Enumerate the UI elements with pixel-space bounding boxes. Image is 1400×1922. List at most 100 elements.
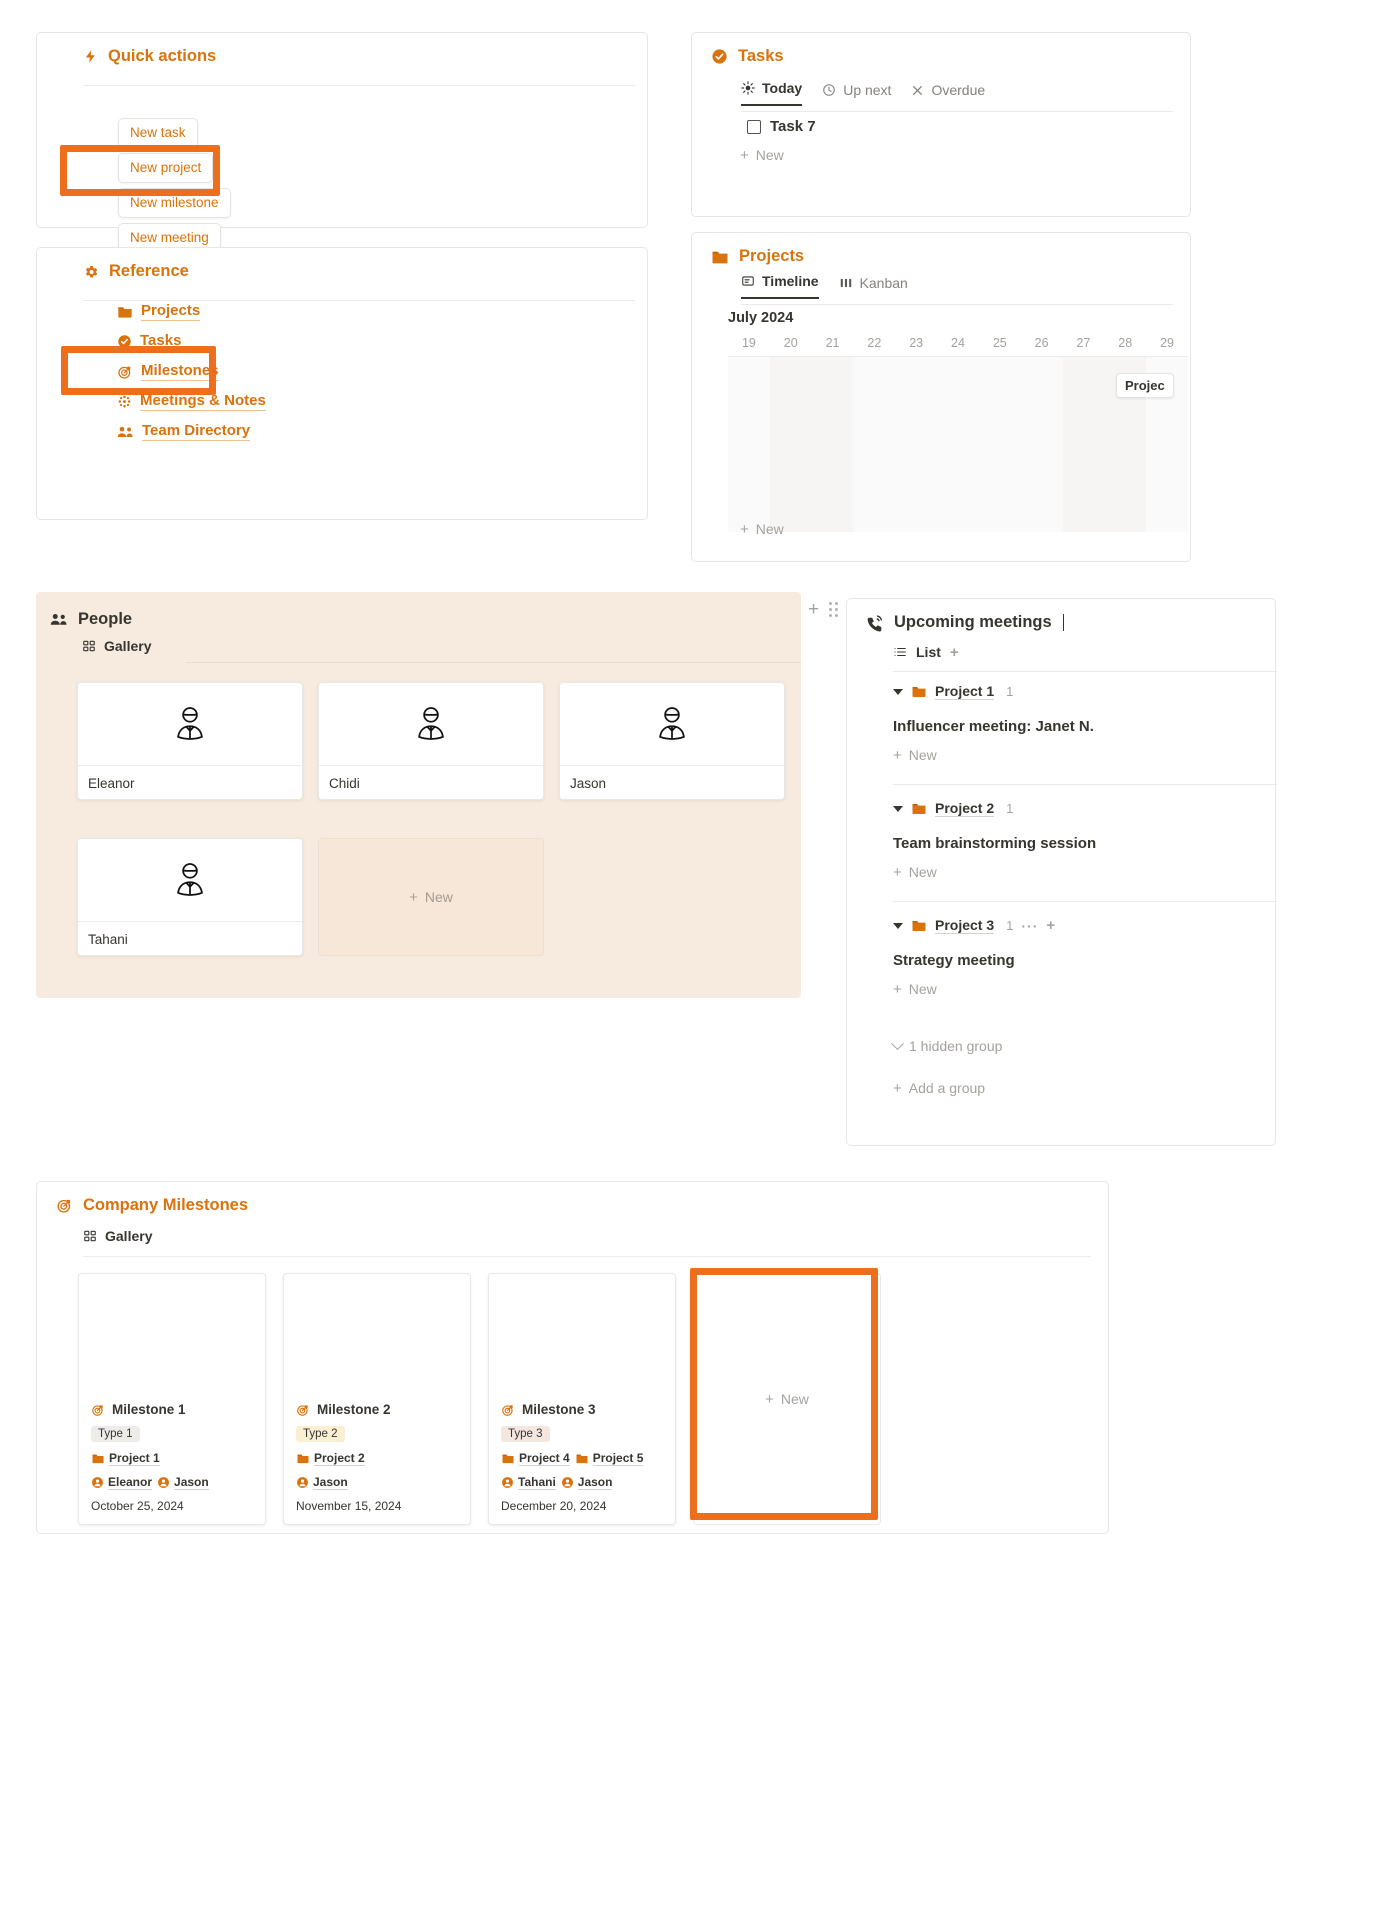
milestone-card[interactable]: Milestone 1 Type 1 Project 1 Eleanor Jas…: [78, 1273, 266, 1525]
add-meeting-label: New: [908, 981, 937, 997]
milestone-card[interactable]: Milestone 2 Type 2 Project 2 Jason Novem…: [283, 1273, 471, 1525]
meeting-group-count: 1: [1006, 684, 1014, 699]
person-card[interactable]: Tahani: [77, 838, 303, 956]
more-options-icon[interactable]: ···: [1021, 918, 1038, 934]
milestone-person[interactable]: Tahani: [501, 1475, 556, 1490]
timeline-project-bar[interactable]: Projec: [1116, 373, 1174, 398]
meeting-item[interactable]: Strategy meeting: [893, 952, 1055, 969]
target-icon: [296, 1403, 310, 1417]
meeting-item[interactable]: Team brainstorming session: [893, 835, 1096, 852]
add-meeting-button[interactable]: + New: [893, 747, 1094, 763]
add-view-icon[interactable]: +: [950, 645, 959, 660]
tab-kanban[interactable]: Kanban: [839, 275, 908, 299]
meeting-group: Project 3 1 ··· + Strategy meeting + New: [893, 917, 1055, 997]
hidden-group-toggle[interactable]: 1 hidden group: [891, 1036, 1002, 1054]
meeting-group-header[interactable]: Project 3 1 ··· +: [893, 917, 1055, 934]
new-milestone-button[interactable]: New milestone: [118, 188, 231, 219]
clock-icon: [822, 83, 836, 97]
tab-label: Kanban: [859, 275, 908, 291]
people-view-tab[interactable]: Gallery: [82, 638, 151, 654]
tasks-header: Tasks: [711, 47, 784, 66]
person-card[interactable]: Chidi: [318, 682, 544, 800]
add-meeting-label: New: [908, 864, 937, 880]
person-card[interactable]: Jason: [559, 682, 785, 800]
add-meeting-button[interactable]: + New: [893, 864, 1096, 880]
add-meeting-label: New: [908, 747, 937, 763]
add-item-icon[interactable]: +: [1046, 918, 1055, 933]
add-meeting-button[interactable]: + New: [893, 981, 1055, 997]
milestone-card[interactable]: Milestone 3 Type 3 Project 4 Project 5 T…: [488, 1273, 676, 1525]
tasks-panel: Tasks Today Up next Overdue Task 7 + New: [691, 32, 1191, 217]
add-task-button[interactable]: + New: [740, 147, 784, 163]
sidebar-item-tasks[interactable]: Tasks: [117, 332, 182, 351]
list-icon: [893, 645, 907, 659]
x-icon: [911, 84, 924, 97]
sidebar-item-projects[interactable]: Projects: [117, 302, 201, 321]
add-block-icon[interactable]: +: [808, 600, 819, 619]
chevron-down-icon[interactable]: [893, 688, 903, 695]
people-icon: [117, 425, 134, 439]
chevron-down-icon[interactable]: [893, 922, 903, 929]
meeting-group-header[interactable]: Project 2 1: [893, 800, 1096, 817]
timeline-day: 27: [1076, 336, 1091, 350]
folder-icon: [296, 1453, 310, 1464]
new-task-button[interactable]: New task: [118, 118, 198, 149]
people-block-handles[interactable]: +: [808, 600, 839, 619]
milestone-project[interactable]: Project 1: [91, 1451, 160, 1466]
people-view-label: Gallery: [104, 638, 152, 654]
meeting-group-name: Project 1: [935, 683, 995, 700]
timeline-day: 26: [1034, 336, 1049, 350]
tab-timeline[interactable]: Timeline: [741, 273, 819, 299]
milestone-person[interactable]: Jason: [296, 1475, 348, 1490]
milestone-people: Tahani Jason: [501, 1475, 663, 1490]
person-icon: [296, 1476, 309, 1489]
new-project-button[interactable]: New project: [118, 153, 214, 184]
milestone-person[interactable]: Eleanor: [91, 1475, 153, 1490]
milestone-cover: [489, 1274, 675, 1398]
person-name: Eleanor: [108, 1475, 153, 1490]
quick-actions-header: Quick actions: [83, 47, 216, 66]
milestone-person[interactable]: Jason: [561, 1475, 613, 1490]
sidebar-item-team-directory[interactable]: Team Directory: [117, 422, 251, 441]
timeline-add-button[interactable]: + New: [740, 521, 784, 537]
reference-divider: [83, 300, 635, 301]
add-milestone-label: New: [780, 1391, 809, 1407]
tab-overdue[interactable]: Overdue: [911, 82, 985, 106]
timeline-grid[interactable]: 19 20 21 22 23 24 25 26 27 28 29 Projec: [728, 336, 1188, 532]
add-person-card[interactable]: + New: [318, 838, 544, 956]
people-panel: People Gallery Eleanor Chidi Jason Tahan…: [36, 592, 801, 998]
meeting-group-count: 1: [1006, 801, 1014, 816]
task-checkbox[interactable]: [747, 119, 761, 134]
milestone-project[interactable]: Project 2: [296, 1451, 365, 1466]
person-icon: [157, 1476, 170, 1489]
milestones-view-tab[interactable]: Gallery: [83, 1228, 152, 1244]
person-card[interactable]: Eleanor: [77, 682, 303, 800]
person-icon: [561, 1476, 574, 1489]
add-milestone-card[interactable]: + New: [693, 1273, 881, 1525]
people-header: People: [50, 610, 132, 629]
milestone-project[interactable]: Project 4: [501, 1451, 570, 1466]
meetings-view-tab[interactable]: List +: [893, 644, 959, 660]
sidebar-item-label: Tasks: [140, 332, 182, 351]
person-name: Tahani: [78, 921, 302, 955]
tab-today[interactable]: Today: [741, 80, 803, 106]
milestone-project[interactable]: Project 5: [575, 1451, 644, 1466]
people-icon: [50, 612, 68, 627]
meeting-group: Project 2 1 Team brainstorming session +…: [893, 800, 1096, 880]
drag-handle-icon[interactable]: [829, 602, 839, 617]
tab-up-next[interactable]: Up next: [822, 82, 891, 106]
plus-icon: +: [765, 1390, 774, 1408]
target-icon: [117, 364, 133, 380]
meeting-item[interactable]: Influencer meeting: Janet N.: [893, 718, 1094, 735]
people-divider: [186, 662, 801, 663]
sidebar-item-meetings-notes[interactable]: Meetings & Notes: [117, 392, 266, 411]
timeline-day: 29: [1160, 336, 1174, 350]
chevron-down-icon[interactable]: [893, 805, 903, 812]
milestone-person[interactable]: Jason: [157, 1475, 209, 1490]
gallery-icon: [83, 1229, 97, 1243]
add-group-button[interactable]: + Add a group: [893, 1080, 985, 1096]
milestone-type-badge: Type 3: [501, 1426, 550, 1442]
task-row[interactable]: Task 7: [747, 118, 816, 135]
sidebar-item-milestones[interactable]: Milestones: [117, 362, 219, 381]
meeting-group-header[interactable]: Project 1 1: [893, 683, 1094, 700]
